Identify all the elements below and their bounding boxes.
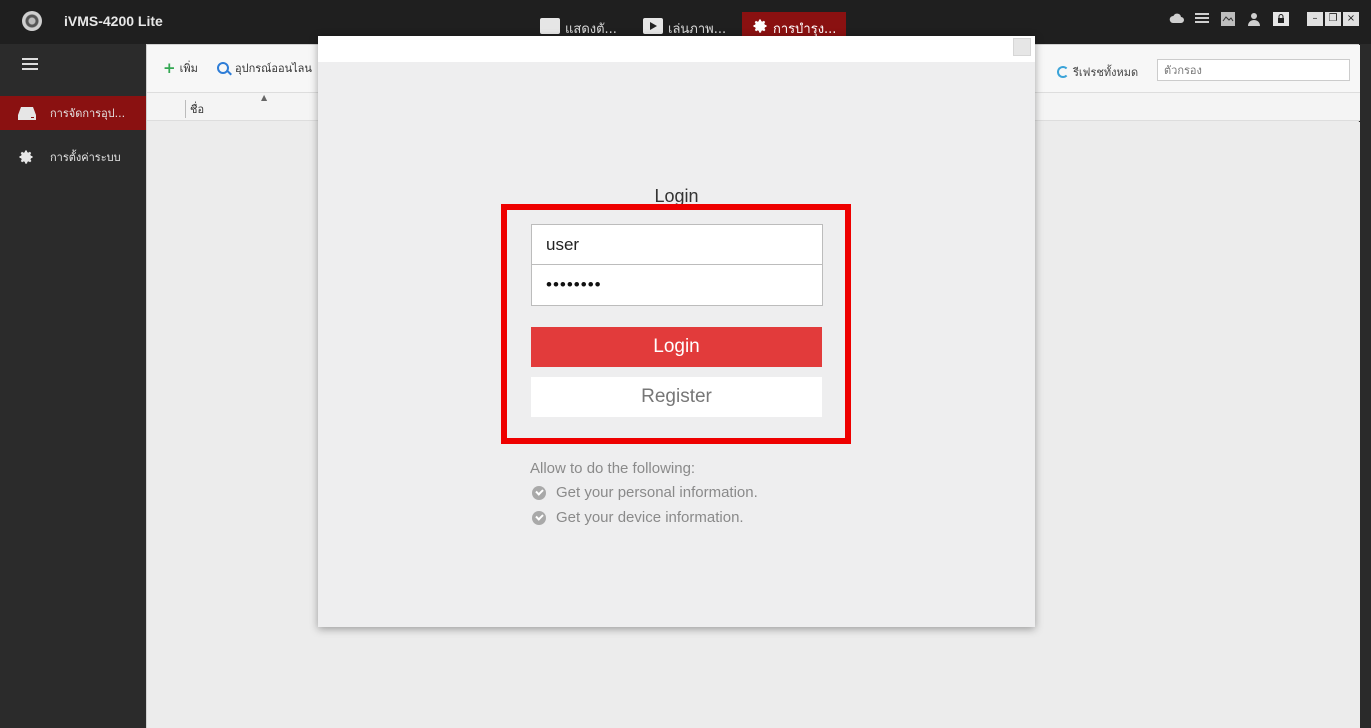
app-title: iVMS-4200 Lite bbox=[64, 13, 163, 29]
window-controls: – ❐ × bbox=[1305, 12, 1359, 26]
cloud-icon[interactable] bbox=[1169, 12, 1185, 26]
filter-input[interactable] bbox=[1157, 59, 1350, 81]
sort-ascending-icon: ▲ bbox=[261, 93, 268, 102]
lock-icon[interactable] bbox=[1273, 12, 1289, 26]
title-bar-actions: – ❐ × bbox=[1169, 12, 1359, 26]
login-button[interactable]: Login bbox=[531, 327, 822, 367]
device-icon bbox=[18, 105, 36, 121]
check-circle-icon bbox=[532, 485, 546, 500]
register-button[interactable]: Register bbox=[531, 377, 822, 417]
permissions-header: Allow to do the following: bbox=[530, 460, 696, 477]
list-icon[interactable] bbox=[1195, 12, 1211, 26]
sidebar-item-device-management[interactable]: การจัดการอุป... bbox=[0, 96, 146, 130]
user-icon[interactable] bbox=[1247, 12, 1263, 26]
add-label: เพิ่ม bbox=[179, 62, 198, 75]
minimize-icon[interactable]: – bbox=[1307, 12, 1323, 26]
refresh-icon bbox=[1057, 66, 1069, 78]
refresh-all-button[interactable]: รีเฟรชทั้งหมด bbox=[1057, 63, 1138, 81]
playback-icon bbox=[643, 18, 663, 34]
add-device-button[interactable]: + เพิ่ม bbox=[163, 59, 198, 77]
online-label: อุปกรณ์ออนไลน bbox=[235, 62, 312, 75]
app-window: iVMS-4200 Lite แสดงตั... เล่นภาพ... การบ… bbox=[0, 0, 1371, 728]
gear-icon bbox=[752, 18, 768, 34]
app-logo-icon bbox=[22, 11, 42, 31]
permission-label: Get your personal information. bbox=[556, 484, 758, 501]
monitor-icon[interactable] bbox=[1221, 12, 1237, 26]
login-dialog: Login Login Register Allow to do the fol… bbox=[318, 36, 1035, 627]
gear-icon bbox=[18, 149, 36, 165]
permission-label: Get your device information. bbox=[556, 509, 744, 526]
username-field[interactable] bbox=[531, 224, 823, 265]
sidebar-item-label: การจัดการอุป... bbox=[50, 107, 126, 120]
dialog-title-bar bbox=[318, 36, 1035, 62]
permission-item: Get your device information. bbox=[532, 509, 744, 526]
online-devices-button[interactable]: อุปกรณ์ออนไลน bbox=[217, 59, 312, 77]
refresh-all-label: รีเฟรชทั้งหมด bbox=[1073, 66, 1139, 79]
close-icon[interactable]: × bbox=[1343, 12, 1359, 26]
sidebar-item-system-config[interactable]: การตั้งค่าระบบ bbox=[0, 140, 146, 174]
plus-icon: + bbox=[163, 59, 176, 77]
column-header-name[interactable]: ชื่อ bbox=[185, 100, 204, 118]
hamburger-menu-icon[interactable] bbox=[22, 58, 38, 70]
permission-item: Get your personal information. bbox=[532, 484, 758, 501]
restore-icon[interactable]: ❐ bbox=[1325, 12, 1341, 26]
dialog-close-button[interactable] bbox=[1013, 38, 1031, 56]
live-view-icon bbox=[540, 18, 560, 34]
search-icon bbox=[217, 62, 229, 74]
sidebar: การจัดการอุป... การตั้งค่าระบบ bbox=[0, 44, 146, 728]
sidebar-item-label: การตั้งค่าระบบ bbox=[50, 151, 121, 164]
check-circle-icon bbox=[532, 510, 546, 525]
password-field[interactable] bbox=[531, 265, 823, 306]
